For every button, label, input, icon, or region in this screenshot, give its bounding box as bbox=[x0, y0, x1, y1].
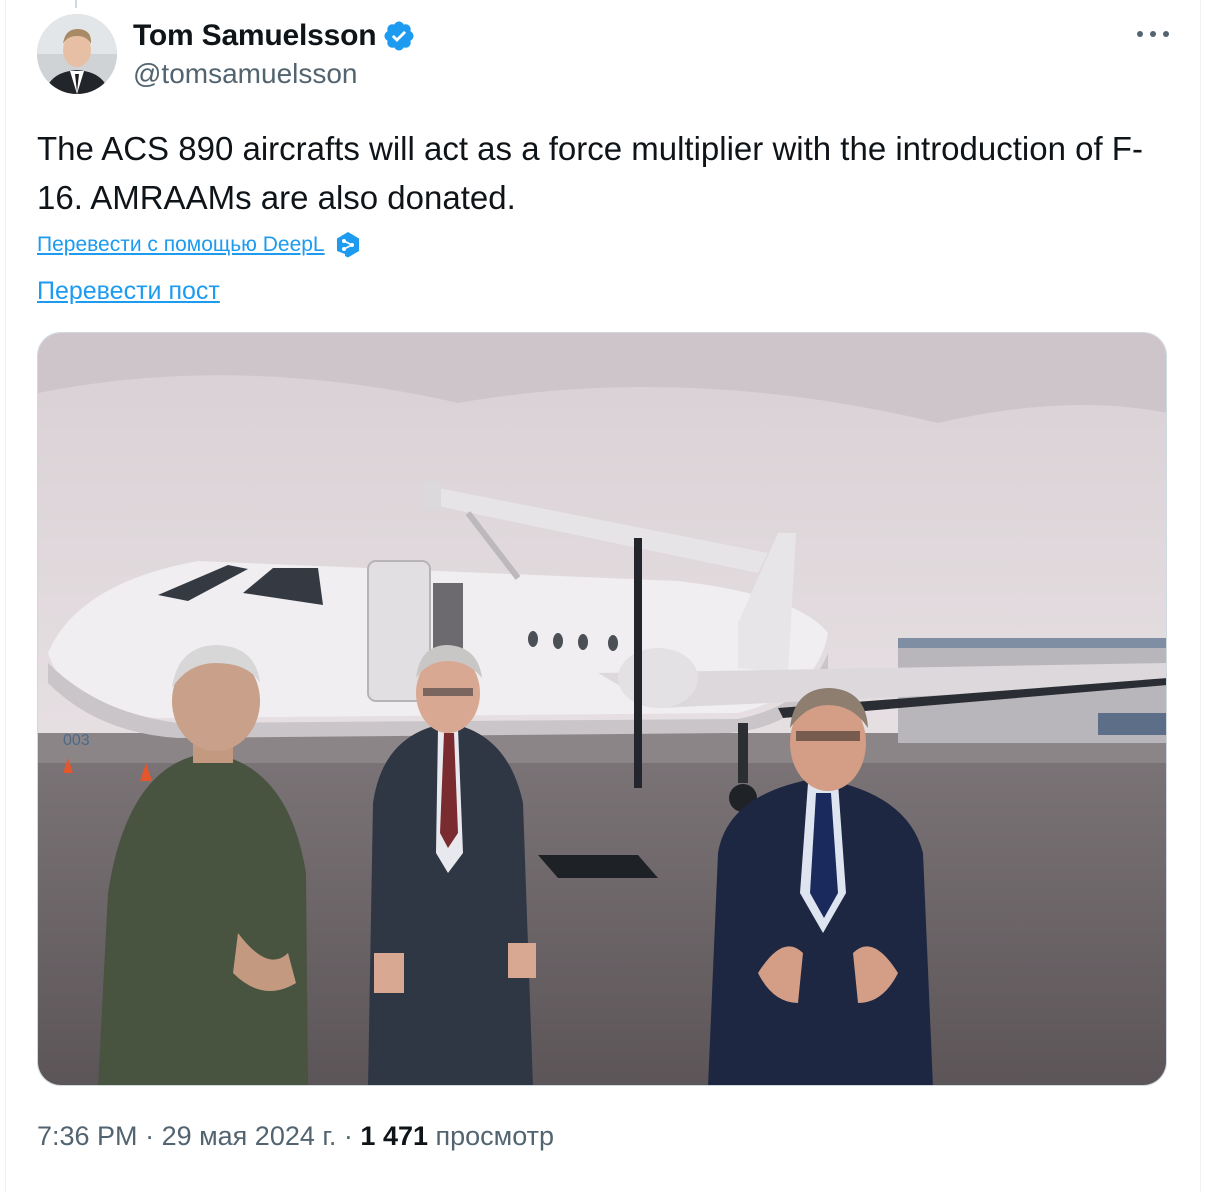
avatar-photo bbox=[37, 14, 117, 94]
post-meta: 7:36 PM · 29 мая 2024 г. · 1 471 просмот… bbox=[37, 1121, 554, 1152]
deepl-logo-icon[interactable] bbox=[335, 231, 361, 259]
verified-badge-icon bbox=[384, 21, 414, 51]
post-time[interactable]: 7:36 PM bbox=[37, 1121, 138, 1152]
post-text: The ACS 890 aircrafts will act as a forc… bbox=[37, 130, 1143, 216]
translate-deepl-link[interactable]: Перевести с помощью DeepL bbox=[37, 233, 325, 257]
more-dots-icon[interactable] bbox=[1133, 20, 1173, 48]
meta-separator: · bbox=[137, 1121, 162, 1151]
author-name[interactable]: Tom Samuelsson bbox=[133, 19, 377, 53]
translate-post-link[interactable]: Перевести пост bbox=[37, 277, 220, 305]
timeline-border-left bbox=[5, 0, 6, 1192]
views-count: 1 471 bbox=[360, 1121, 428, 1151]
thread-connector bbox=[75, 0, 77, 8]
author-handle[interactable]: @tomsamuelsson bbox=[133, 58, 358, 90]
views-label: просмотр bbox=[428, 1121, 555, 1151]
post-date[interactable]: 29 мая 2024 г. bbox=[162, 1121, 337, 1152]
timeline-border-right bbox=[1200, 0, 1201, 1192]
aircraft-tail-number: 003 bbox=[63, 732, 90, 749]
translate-post-row: Перевести пост bbox=[37, 277, 220, 306]
author-name-row[interactable]: Tom Samuelsson bbox=[133, 16, 416, 56]
photo-aircraft-scene: 003 bbox=[38, 333, 1166, 1085]
author-avatar[interactable] bbox=[37, 14, 117, 94]
translate-deepl-row: Перевести с помощью DeepL bbox=[37, 231, 361, 259]
post-media-image[interactable]: 003 bbox=[37, 332, 1167, 1086]
meta-separator: · bbox=[336, 1121, 361, 1151]
